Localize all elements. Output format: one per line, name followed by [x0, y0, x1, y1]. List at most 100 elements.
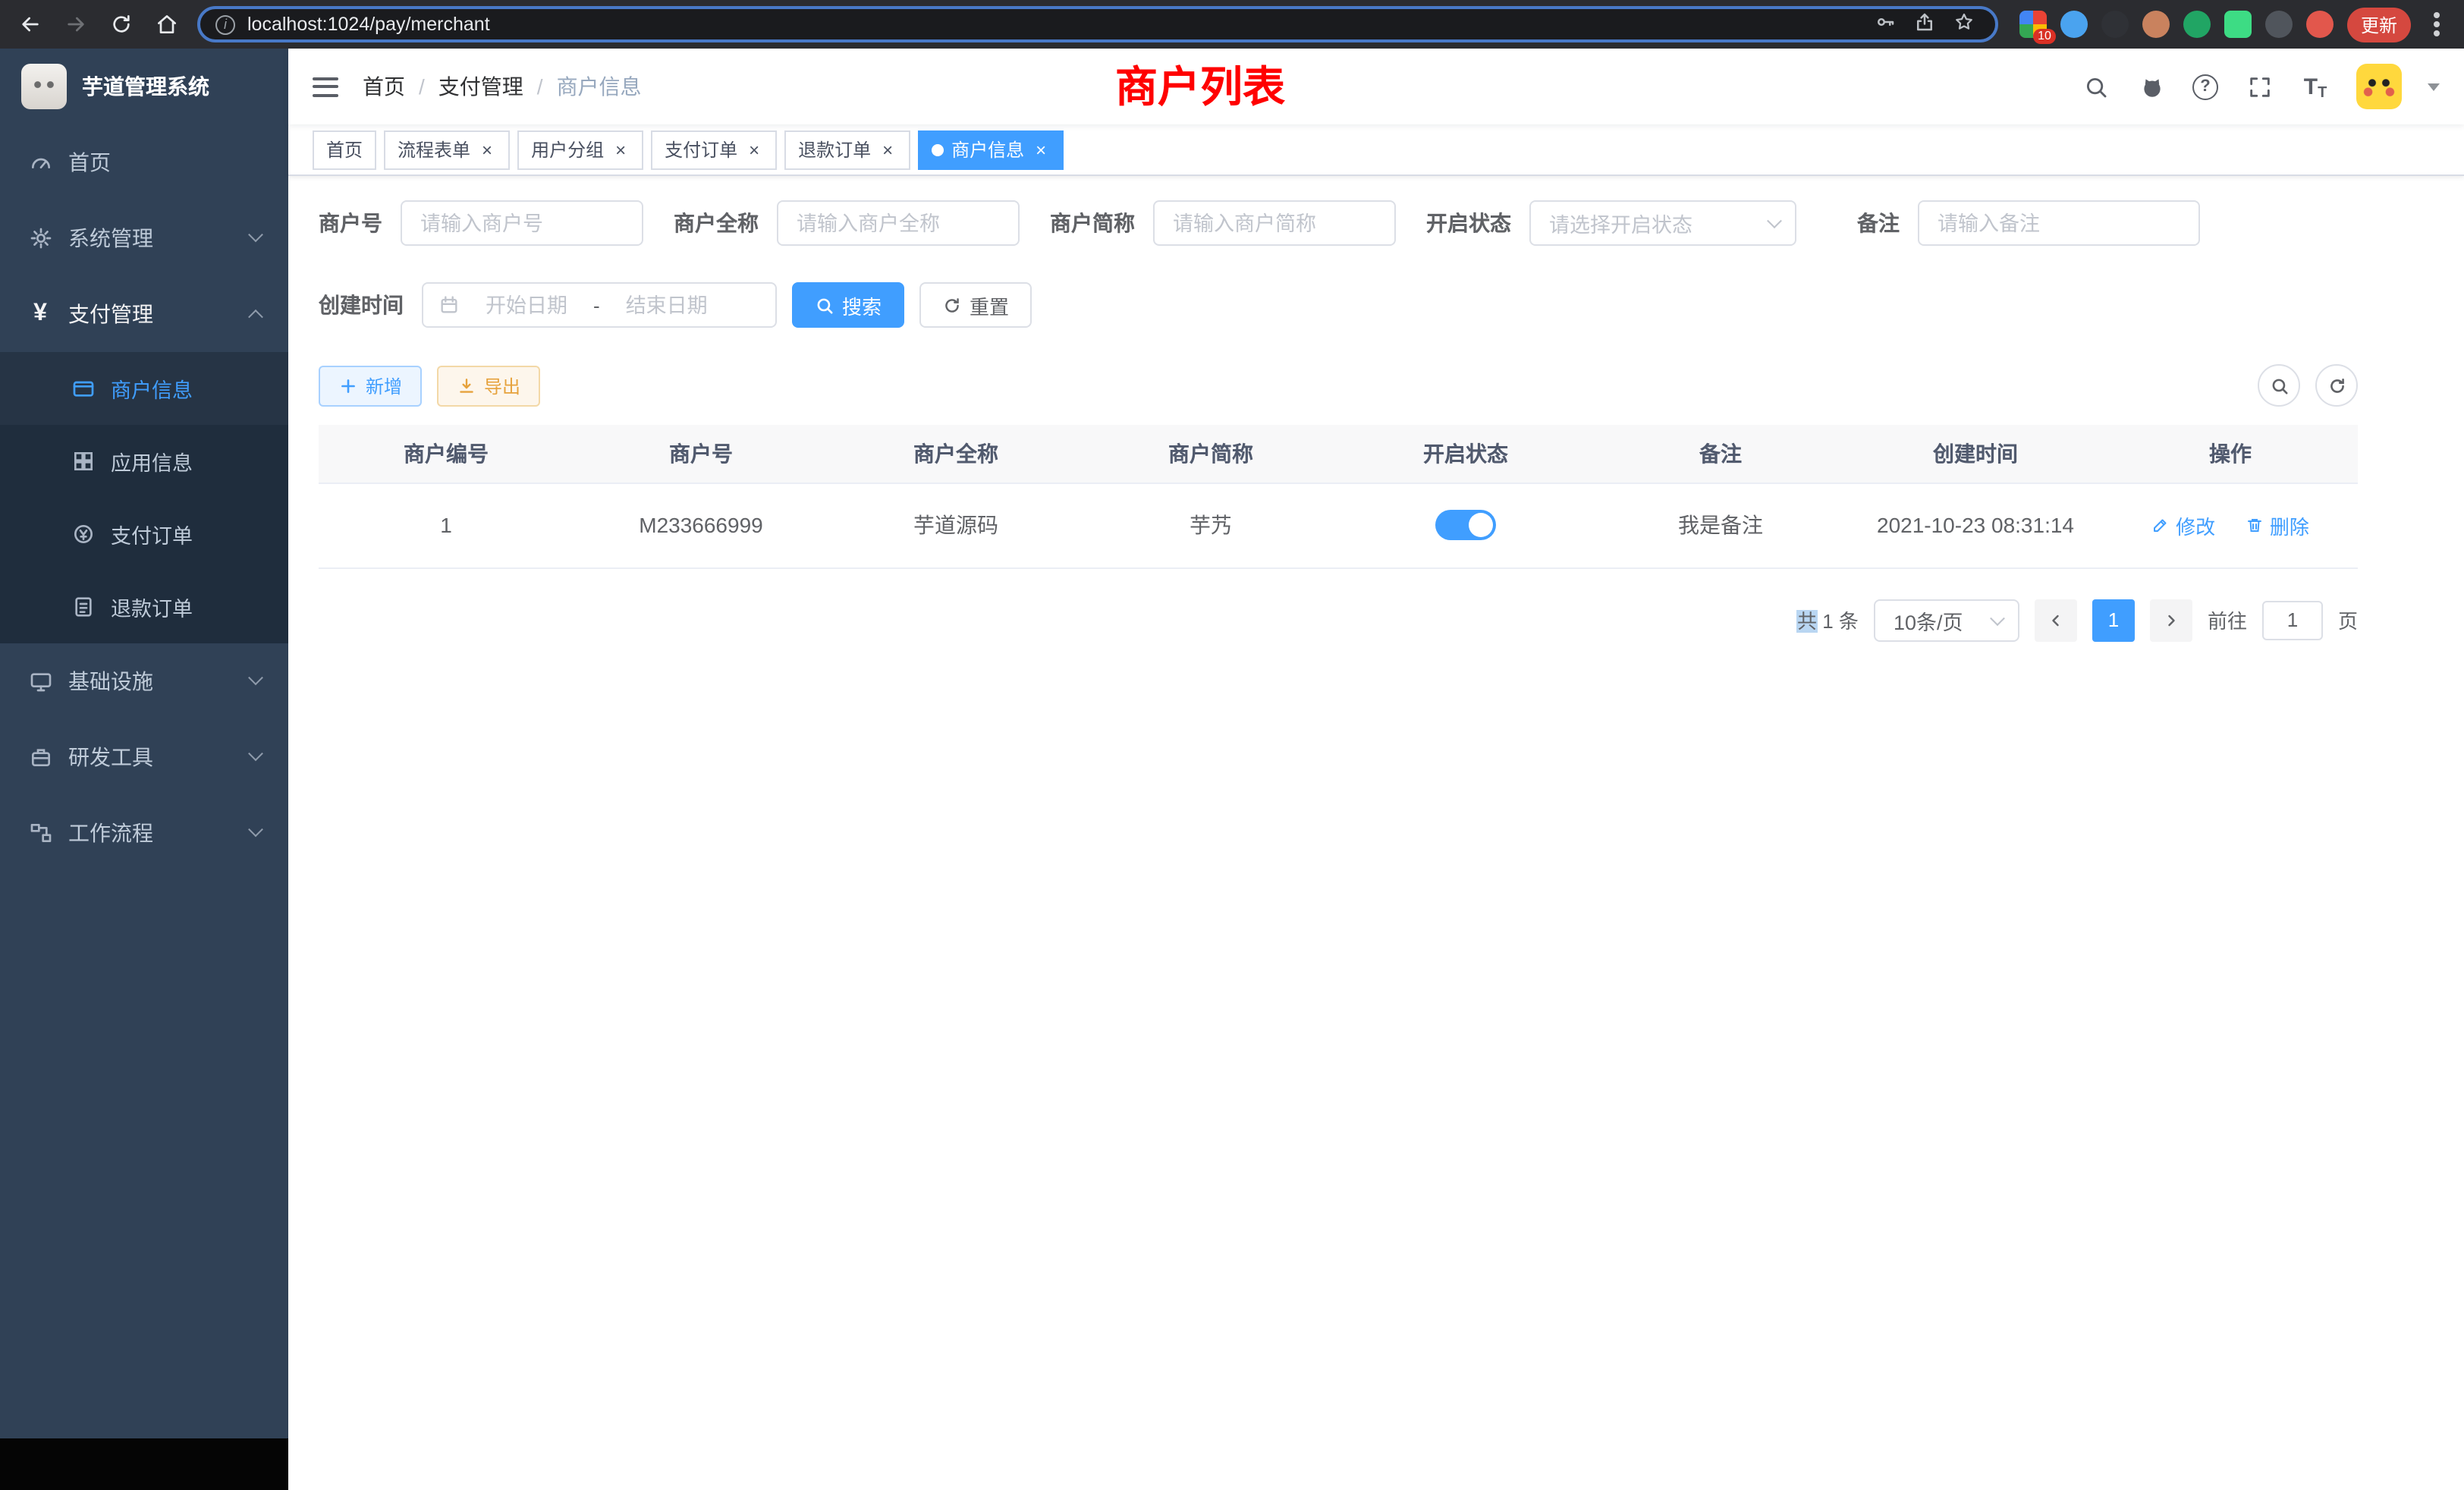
cell-short-name: 芋艿	[1083, 483, 1338, 567]
extension-icon[interactable]	[2060, 11, 2088, 38]
full-name-label: 商户全称	[674, 208, 777, 238]
tab-merchant-info[interactable]: 商户信息	[918, 130, 1064, 169]
browser-update-button[interactable]: 更新	[2347, 7, 2411, 42]
toggle-search-button[interactable]	[2258, 364, 2300, 407]
edit-link[interactable]: 修改	[2151, 511, 2215, 539]
remark-label: 备注	[1857, 208, 1918, 238]
page-1-button[interactable]: 1	[2092, 599, 2135, 641]
goto-label: 前往	[2208, 605, 2247, 634]
filter-row-1: 商户号 商户全称 商户简称 开启状态 请选择开启状态 备注	[319, 200, 2358, 246]
chevron-right-icon	[2162, 611, 2180, 629]
breadcrumb: 首页 / 支付管理 / 商户信息	[363, 71, 642, 102]
monitor-icon	[27, 668, 53, 694]
extension-icon[interactable]	[2101, 11, 2129, 38]
prev-page-button[interactable]	[2035, 599, 2077, 641]
next-page-button[interactable]	[2150, 599, 2192, 641]
sidebar-item-label: 系统管理	[68, 223, 153, 253]
back-icon[interactable]	[15, 9, 46, 39]
tab-user-group[interactable]: 用户分组	[517, 130, 643, 169]
search-icon[interactable]	[2080, 71, 2110, 102]
col-header-actions: 操作	[2103, 425, 2358, 483]
tab-close-icon[interactable]	[878, 140, 897, 159]
sidebar-item-refund-order[interactable]: 退款订单	[0, 571, 288, 643]
sidebar-item-system[interactable]: 系统管理	[0, 200, 288, 276]
window-bottom-strip	[0, 1438, 288, 1490]
full-name-input[interactable]	[777, 200, 1020, 246]
remark-input[interactable]	[1918, 200, 2200, 246]
goto-page-input[interactable]	[2262, 600, 2323, 640]
chevron-up-icon	[248, 309, 263, 324]
sidebar-item-home[interactable]: 首页	[0, 124, 288, 200]
add-button[interactable]: 新增	[319, 365, 422, 406]
share-icon[interactable]	[1913, 11, 1941, 38]
user-avatar[interactable]	[2356, 64, 2402, 109]
sidebar-item-label: 支付管理	[68, 299, 153, 329]
home-icon[interactable]	[152, 9, 182, 39]
reload-icon[interactable]	[106, 9, 137, 39]
tab-close-icon[interactable]	[1032, 140, 1050, 159]
status-toggle[interactable]	[1435, 510, 1496, 540]
tab-close-icon[interactable]	[745, 140, 763, 159]
short-name-input[interactable]	[1153, 200, 1396, 246]
extension-icon[interactable]	[2224, 11, 2252, 38]
extension-icon[interactable]: 10	[2019, 11, 2047, 38]
cell-actions: 修改 删除	[2103, 483, 2358, 567]
help-icon[interactable]	[2192, 74, 2218, 99]
end-date-input[interactable]	[612, 292, 721, 318]
extension-icon[interactable]	[2142, 11, 2170, 38]
chevron-down-icon	[248, 226, 263, 241]
tab-refund-order[interactable]: 退款订单	[784, 130, 910, 169]
page-size-select[interactable]: 10条/页	[1874, 599, 2019, 641]
tab-home[interactable]: 首页	[313, 130, 376, 169]
breadcrumb-payment[interactable]: 支付管理	[438, 71, 523, 102]
table-header-row: 商户编号 商户号 商户全称 商户简称 开启状态 备注 创建时间 操作	[319, 425, 2358, 483]
browser-menu-icon[interactable]	[2434, 21, 2440, 27]
status-select[interactable]: 请选择开启状态	[1529, 200, 1796, 246]
avatar-caret-icon[interactable]	[2428, 83, 2440, 90]
sidebar-item-workflow[interactable]: 工作流程	[0, 795, 288, 871]
tab-pay-order[interactable]: 支付订单	[651, 130, 777, 169]
filter-row-2: 创建时间 - 搜索 重置	[319, 282, 2358, 328]
forward-icon[interactable]	[61, 9, 91, 39]
sidebar-item-infrastructure[interactable]: 基础设施	[0, 643, 288, 719]
merchant-no-input[interactable]	[401, 200, 643, 246]
plus-icon	[338, 376, 358, 395]
sidebar-item-label: 应用信息	[111, 446, 193, 476]
sidebar-item-pay-order[interactable]: 支付订单	[0, 498, 288, 571]
search-button[interactable]: 搜索	[792, 282, 904, 328]
sidebar-item-dev-tools[interactable]: 研发工具	[0, 719, 288, 795]
col-header-merchant-id: 商户编号	[319, 425, 574, 483]
fullscreen-icon[interactable]	[2244, 71, 2274, 102]
delete-link[interactable]: 删除	[2246, 511, 2309, 539]
sidebar-fold-icon[interactable]	[313, 77, 338, 96]
site-info-icon[interactable]	[215, 14, 235, 34]
address-bar[interactable]: localhost:1024/pay/merchant	[197, 6, 1998, 42]
tab-close-icon[interactable]	[478, 140, 496, 159]
password-key-icon[interactable]	[1874, 11, 1901, 38]
gear-icon	[27, 225, 53, 251]
sidebar-item-merchant-info[interactable]: 商户信息	[0, 352, 288, 425]
refresh-table-button[interactable]	[2315, 364, 2358, 407]
chevron-down-icon	[1767, 213, 1782, 228]
profile-avatar-icon[interactable]	[2306, 11, 2334, 38]
extension-icon[interactable]	[2183, 11, 2211, 38]
tab-process-form[interactable]: 流程表单	[384, 130, 510, 169]
github-icon[interactable]	[2136, 71, 2167, 102]
refresh-icon	[942, 295, 962, 315]
sidebar-item-payment[interactable]: 支付管理	[0, 276, 288, 352]
status-label: 开启状态	[1426, 208, 1529, 238]
extension-icon[interactable]	[2265, 11, 2293, 38]
merchant-table: 商户编号 商户号 商户全称 商户简称 开启状态 备注 创建时间 操作 1 M23…	[319, 425, 2358, 568]
create-time-range[interactable]: -	[422, 282, 777, 328]
app-logo-area[interactable]: 芋道管理系统	[0, 49, 288, 124]
breadcrumb-home[interactable]: 首页	[363, 71, 405, 102]
sidebar-item-app-info[interactable]: 应用信息	[0, 425, 288, 498]
export-button[interactable]: 导出	[437, 365, 540, 406]
reset-button[interactable]: 重置	[919, 282, 1032, 328]
font-size-icon[interactable]	[2300, 71, 2330, 102]
cell-full-name: 芋道源码	[828, 483, 1083, 567]
bookmark-star-icon[interactable]	[1953, 11, 1980, 38]
tab-close-icon[interactable]	[611, 140, 630, 159]
start-date-input[interactable]	[472, 292, 581, 318]
breadcrumb-current: 商户信息	[557, 71, 642, 102]
